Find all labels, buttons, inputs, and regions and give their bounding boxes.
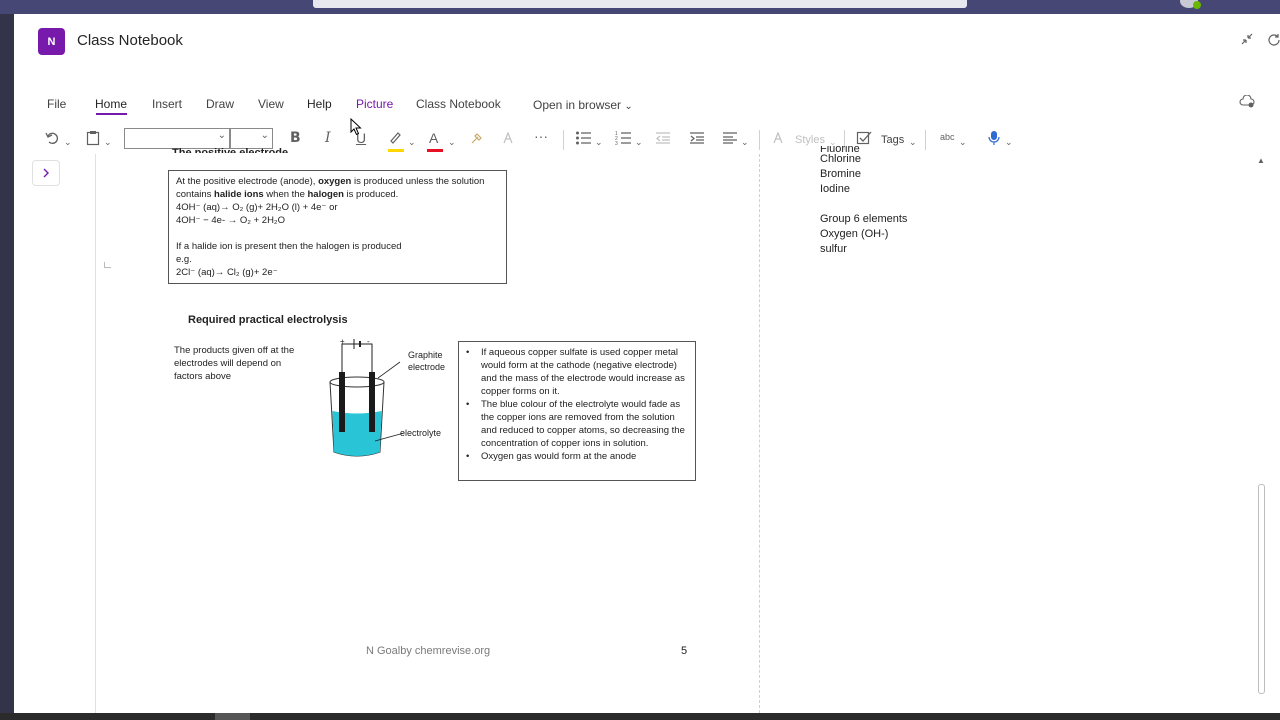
- ribbon-tabs: File Home Insert Draw View Help Picture …: [14, 92, 1280, 118]
- notebook-canvas[interactable]: The positive electrode At the positive e…: [14, 140, 1280, 713]
- scrollbar-thumb[interactable]: [1258, 484, 1265, 694]
- presence-status-icon: [1193, 1, 1201, 9]
- vertical-scrollbar[interactable]: ▲: [1257, 154, 1266, 713]
- left-app-rail: [0, 14, 14, 720]
- tab-draw[interactable]: Draw: [206, 97, 234, 111]
- refresh-icon[interactable]: [1267, 32, 1280, 49]
- section-heading-partial: The positive electrode: [172, 147, 289, 153]
- tab-home[interactable]: Home: [95, 97, 127, 111]
- halide-note: If a halide ion is present then the halo…: [176, 241, 402, 252]
- app-title: Class Notebook: [77, 32, 183, 49]
- mouse-cursor-icon: [350, 117, 362, 141]
- title-bar: N Class Notebook: [14, 14, 1280, 70]
- taskbar-thumb: [215, 713, 250, 720]
- observations-box: If aqueous copper sulfate is used copper…: [458, 341, 696, 481]
- scroll-up-icon[interactable]: ▲: [1257, 156, 1265, 165]
- sync-status-icon[interactable]: [1239, 94, 1255, 112]
- page-number: 5: [681, 645, 688, 657]
- products-note: The products given off at the electrodes…: [174, 345, 295, 382]
- open-in-browser-button[interactable]: Open in browser ⌄: [533, 98, 633, 112]
- onenote-app-icon: N: [38, 28, 65, 55]
- list-item: Iodine: [820, 183, 850, 195]
- tab-class-notebook[interactable]: Class Notebook: [416, 97, 501, 111]
- list-item: Oxygen gas would form at the anode: [465, 450, 689, 463]
- list-item: sulfur: [820, 243, 847, 255]
- page-divider: [759, 154, 760, 713]
- chevron-right-icon: [43, 168, 49, 178]
- tab-view[interactable]: View: [258, 97, 284, 111]
- positive-terminal-label: +: [340, 337, 345, 346]
- tab-insert[interactable]: Insert: [152, 97, 182, 111]
- list-item: Bromine: [820, 168, 861, 180]
- taskbar-strip: [0, 713, 1280, 720]
- tab-picture[interactable]: Picture: [356, 97, 393, 111]
- list-item: The blue colour of the electrolyte would…: [465, 398, 689, 450]
- graphite-label-2: electrode: [408, 362, 445, 372]
- page-left-edge: [95, 154, 96, 713]
- electrolysis-diagram: + - Graphite electrode electrolyte: [320, 336, 470, 461]
- address-bar[interactable]: [313, 0, 967, 8]
- example-label: e.g.: [176, 254, 192, 265]
- equation-1: 4OH⁻ (aq)→ O₂ (g)+ 2H₂O (l) + 4e⁻ or: [176, 202, 338, 213]
- group6-title: Group 6 elements: [820, 213, 908, 225]
- chevron-down-icon: ⌄: [624, 101, 633, 112]
- equation-2: 4OH⁻ − 4e- → O₂ + 2H₂O: [176, 215, 286, 226]
- list-item: Oxygen (OH-): [820, 228, 889, 240]
- practical-title: Required practical electrolysis: [188, 314, 348, 326]
- anode-info-box: At the positive electrode (anode), oxyge…: [168, 170, 507, 284]
- active-tab-indicator: [96, 113, 127, 115]
- outline-anchor-mark: [104, 262, 111, 268]
- list-item: If aqueous copper sulfate is used copper…: [465, 346, 689, 398]
- collapse-icon[interactable]: [1240, 32, 1254, 49]
- window-top-strip: [0, 0, 1280, 14]
- expand-navigation-button[interactable]: [32, 160, 60, 186]
- notes-panel[interactable]: Fluorine Chlorine Bromine Iodine Group 6…: [820, 146, 907, 257]
- page-footer: N Goalby chemrevise.org: [366, 645, 491, 657]
- list-item: Chlorine: [820, 153, 861, 165]
- tab-file[interactable]: File: [47, 97, 66, 111]
- electrolyte-label: electrolyte: [400, 428, 441, 438]
- tab-help[interactable]: Help: [307, 97, 332, 111]
- graphite-label-1: Graphite: [408, 350, 443, 360]
- negative-terminal-label: -: [367, 337, 370, 346]
- equation-3: 2Cl⁻ (aq)→ Cl₂ (g)+ 2e⁻: [176, 267, 278, 278]
